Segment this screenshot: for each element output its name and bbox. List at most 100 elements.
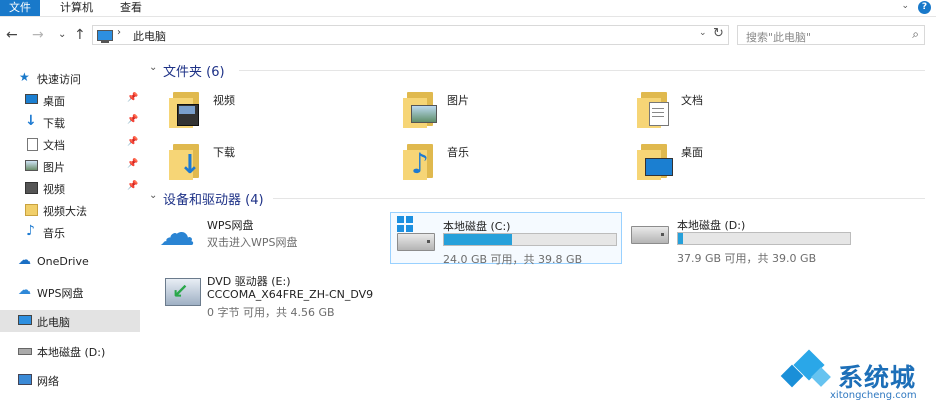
sidebar-label: 音乐 bbox=[43, 227, 65, 240]
search-box[interactable]: 搜索"此电脑" ⌕ bbox=[737, 25, 925, 45]
sidebar-item-desktop[interactable]: 桌面 📌 bbox=[0, 89, 140, 111]
address-bar[interactable]: › 此电脑 ⌄ ↻ bbox=[92, 25, 729, 45]
video-icon bbox=[25, 182, 38, 194]
pin-icon[interactable]: 📌 bbox=[127, 137, 138, 147]
tab-computer[interactable]: 计算机 bbox=[60, 0, 93, 16]
drive-dvd-e[interactable]: ↙ DVD 驱动器 (E:) CCCOMA_X64FRE_ZH-CN_DV9 0… bbox=[155, 268, 415, 324]
breadcrumb-separator[interactable]: › bbox=[117, 27, 121, 38]
folder-pictures[interactable]: 图片 bbox=[401, 88, 611, 133]
folder-downloads[interactable]: ↓ 下载 bbox=[167, 140, 377, 185]
collapse-chevron-icon[interactable]: ⌄ bbox=[149, 190, 157, 201]
drive-name: WPS网盘 bbox=[207, 219, 254, 232]
search-icon[interactable]: ⌕ bbox=[912, 27, 919, 42]
sidebar-label: 图片 bbox=[43, 161, 65, 174]
drive-space: 0 字节 可用，共 4.56 GB bbox=[207, 306, 335, 319]
sidebar-label: 下载 bbox=[43, 117, 65, 130]
sidebar-label: 视频 bbox=[43, 183, 65, 196]
pictures-folder-icon bbox=[401, 88, 441, 128]
sidebar-item-music[interactable]: ♪ 音乐 bbox=[0, 221, 140, 243]
drive-name: DVD 驱动器 (E:) bbox=[207, 275, 291, 288]
ribbon-expand-icon[interactable]: ⌄ bbox=[901, 1, 909, 11]
sidebar-label: 本地磁盘 (D:) bbox=[37, 346, 106, 359]
pin-icon[interactable]: 📌 bbox=[127, 115, 138, 125]
folder-label: 音乐 bbox=[447, 146, 469, 159]
refresh-icon[interactable]: ↻ bbox=[713, 26, 724, 41]
sidebar-item-pictures[interactable]: 图片 📌 bbox=[0, 155, 140, 177]
music-folder-icon: ♪ bbox=[401, 140, 441, 180]
navigation-bar: ← → ⌄ ↑ › 此电脑 ⌄ ↻ 搜索"此电脑" ⌕ bbox=[0, 23, 936, 49]
folder-label: 视频 bbox=[213, 94, 235, 107]
ribbon: 文件 计算机 查看 ⌄ ? bbox=[0, 0, 936, 17]
music-note-icon: ♪ bbox=[26, 223, 35, 239]
sidebar-item-downloads[interactable]: ↓ 下载 📌 bbox=[0, 111, 140, 133]
tab-file[interactable]: 文件 bbox=[0, 0, 40, 16]
sidebar-item-video-folder[interactable]: 视频大法 bbox=[0, 199, 140, 221]
drive-subtitle: 双击进入WPS网盘 bbox=[207, 236, 298, 249]
pin-icon[interactable]: 📌 bbox=[127, 181, 138, 191]
up-arrow-icon[interactable]: ↑ bbox=[74, 26, 86, 44]
folder-label: 桌面 bbox=[681, 146, 703, 159]
sidebar-item-local-disk-d[interactable]: 本地磁盘 (D:) bbox=[0, 340, 140, 362]
picture-icon bbox=[25, 160, 38, 171]
pin-icon[interactable]: 📌 bbox=[127, 159, 138, 169]
divider bbox=[273, 198, 925, 199]
downloads-folder-icon: ↓ bbox=[167, 140, 207, 180]
drive-usage-fill bbox=[444, 234, 513, 245]
sidebar-item-wps-cloud[interactable]: ☁ WPS网盘 bbox=[0, 281, 140, 303]
folder-label: 下载 bbox=[213, 146, 235, 159]
folder-music[interactable]: ♪ 音乐 bbox=[401, 140, 611, 185]
folder-icon bbox=[25, 204, 38, 216]
download-arrow-icon: ↓ bbox=[25, 113, 37, 129]
watermark-text: 系统城 bbox=[838, 363, 917, 392]
sidebar-item-this-pc[interactable]: 此电脑 bbox=[0, 310, 140, 332]
sidebar-label: OneDrive bbox=[37, 255, 89, 268]
breadcrumb-this-pc[interactable]: 此电脑 bbox=[133, 28, 166, 44]
sidebar-label: 网络 bbox=[37, 375, 59, 388]
sidebar-item-quick-access[interactable]: ★ 快速访问 bbox=[0, 67, 140, 89]
group-header-folders[interactable]: ⌄ 文件夹 (6) bbox=[145, 60, 925, 80]
drive-c[interactable]: 本地磁盘 (C:) 24.0 GB 可用，共 39.8 GB bbox=[390, 212, 622, 266]
documents-folder-icon bbox=[635, 88, 675, 128]
group-header-devices[interactable]: ⌄ 设备和驱动器 (4) bbox=[145, 188, 925, 208]
folder-desktop[interactable]: 桌面 bbox=[635, 140, 845, 185]
desktop-folder-icon bbox=[635, 140, 675, 180]
group-title: 设备和驱动器 (4) bbox=[163, 193, 264, 208]
folder-videos[interactable]: 视频 bbox=[167, 88, 377, 133]
divider bbox=[239, 70, 925, 71]
dvd-drive-icon: ↙ bbox=[165, 278, 201, 306]
forward-arrow-icon[interactable]: → bbox=[32, 26, 44, 44]
folder-label: 文档 bbox=[681, 94, 703, 107]
group-title: 文件夹 (6) bbox=[163, 65, 225, 80]
sidebar-label: 快速访问 bbox=[37, 73, 81, 86]
drive-usage-bar bbox=[443, 233, 617, 246]
folder-documents[interactable]: 文档 bbox=[635, 88, 845, 133]
hard-drive-icon bbox=[631, 226, 669, 244]
sidebar-item-onedrive[interactable]: ☁ OneDrive bbox=[0, 251, 140, 273]
hard-drive-icon bbox=[397, 233, 435, 251]
sidebar-label: 视频大法 bbox=[43, 205, 87, 218]
navigation-pane: ★ 快速访问 桌面 📌 ↓ 下载 📌 文档 📌 图片 📌 视频 📌 视频大法 ♪… bbox=[0, 63, 140, 406]
computer-icon bbox=[97, 30, 113, 43]
sidebar-item-network[interactable]: 网络 bbox=[0, 369, 140, 391]
address-dropdown-icon[interactable]: ⌄ bbox=[699, 28, 707, 38]
drive-usage-bar bbox=[677, 232, 851, 245]
drive-space: 37.9 GB 可用，共 39.0 GB bbox=[677, 252, 817, 265]
collapse-chevron-icon[interactable]: ⌄ bbox=[149, 62, 157, 73]
drive-usage-fill bbox=[678, 233, 683, 244]
pin-icon[interactable]: 📌 bbox=[127, 93, 138, 103]
drive-space: 24.0 GB 可用，共 39.8 GB bbox=[443, 253, 583, 266]
document-icon bbox=[27, 138, 38, 151]
drive-wps-cloud[interactable]: ☁ WPS网盘 双击进入WPS网盘 bbox=[155, 212, 391, 264]
drive-d[interactable]: 本地磁盘 (D:) 37.9 GB 可用，共 39.0 GB bbox=[625, 212, 861, 265]
wps-cloud-icon: ☁ bbox=[159, 213, 195, 254]
sidebar-item-videos[interactable]: 视频 📌 bbox=[0, 177, 140, 199]
recent-locations-icon[interactable]: ⌄ bbox=[58, 26, 66, 44]
desktop-icon bbox=[25, 94, 38, 104]
back-arrow-icon[interactable]: ← bbox=[6, 26, 18, 44]
tab-view[interactable]: 查看 bbox=[120, 0, 142, 16]
watermark-logo: 系统城 xitongcheng.com bbox=[778, 348, 936, 406]
search-placeholder: 搜索"此电脑" bbox=[746, 31, 812, 44]
sidebar-label: 文档 bbox=[43, 139, 65, 152]
sidebar-item-documents[interactable]: 文档 📌 bbox=[0, 133, 140, 155]
help-icon[interactable]: ? bbox=[918, 1, 931, 14]
